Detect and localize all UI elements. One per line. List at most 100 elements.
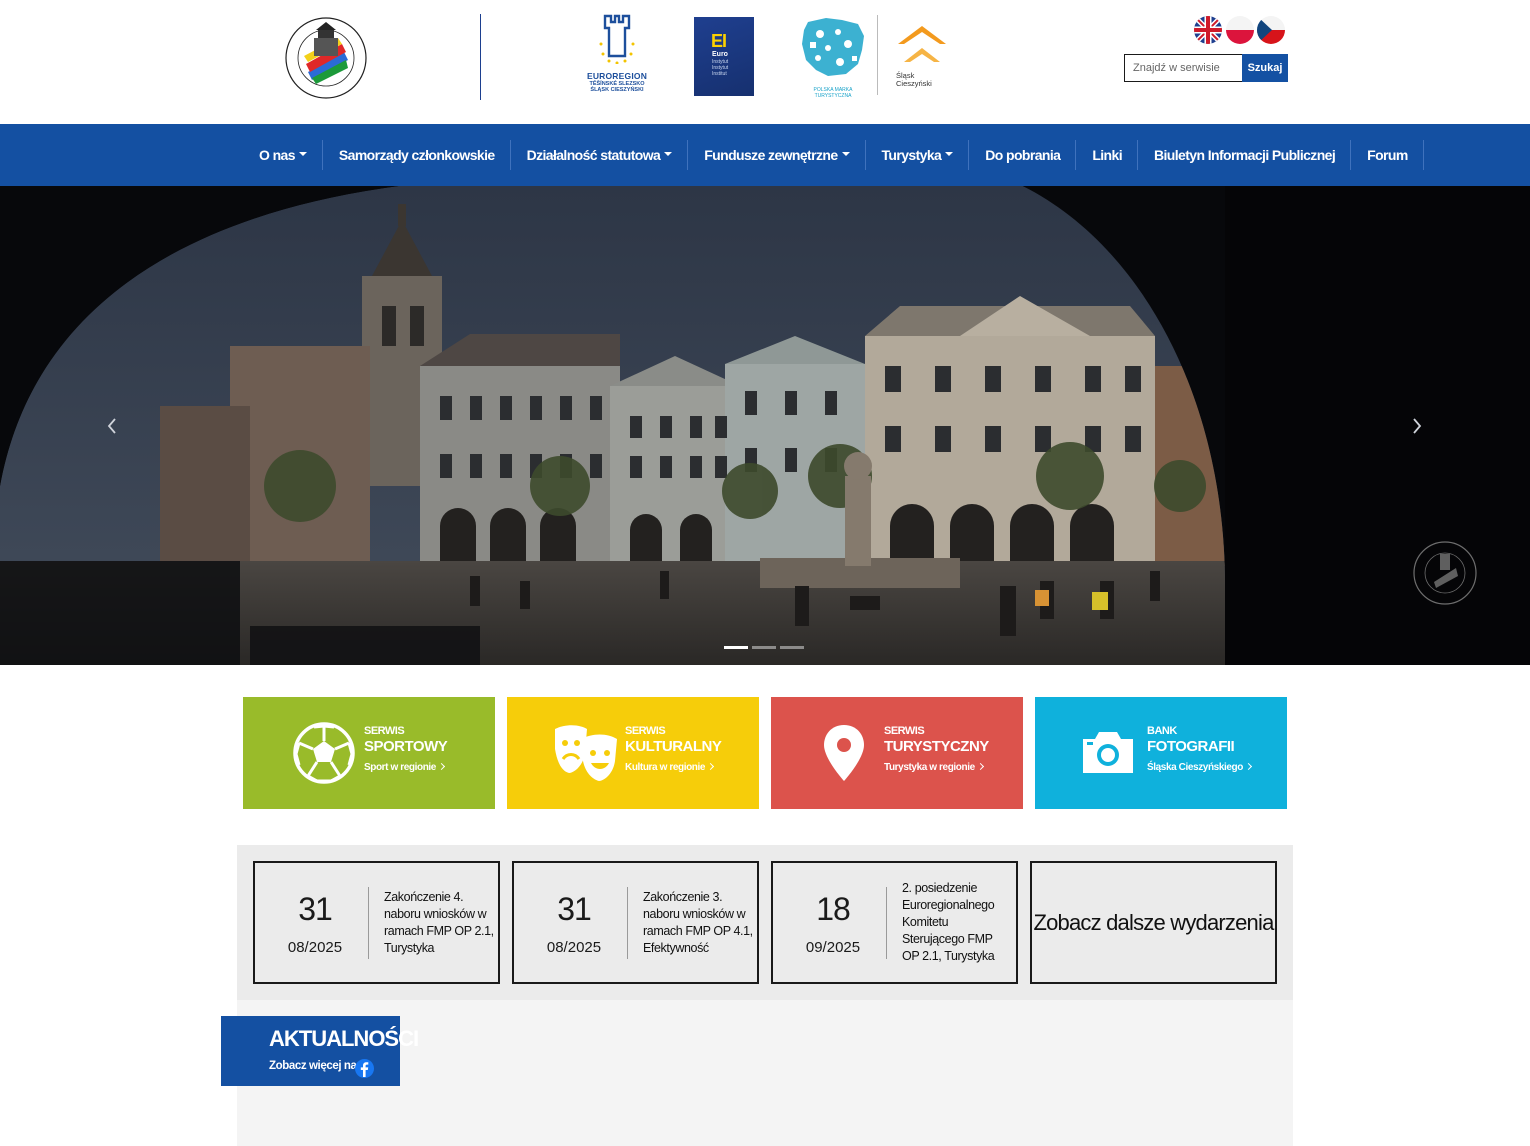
nav-separator: [1422, 140, 1424, 170]
slider-indicator-1[interactable]: [724, 646, 748, 649]
slider-indicator-3[interactable]: [780, 646, 804, 649]
czech-flag-icon: [1257, 16, 1285, 44]
tile-title: SPORTOWY: [364, 738, 448, 755]
nav-item-o-nas[interactable]: O nas: [243, 124, 323, 186]
slask-chevron-icon: [898, 26, 946, 62]
slask-logo[interactable]: Śląsk Cieszyński: [894, 22, 948, 92]
site-header: EUROREGION TĚŠÍNSKÉ SLEZSKO ŚLĄSK CIESZY…: [0, 0, 1530, 124]
language-pl[interactable]: [1226, 16, 1254, 44]
language-cz[interactable]: [1257, 16, 1285, 44]
poland-flag-icon: [1226, 16, 1254, 44]
nav-item-linki[interactable]: Linki: [1076, 124, 1138, 186]
facebook-icon[interactable]: [355, 1059, 374, 1078]
event-card[interactable]: 31 08/2025 Zakończenie 3. naboru wnioskó…: [512, 861, 759, 984]
poland-map-icon: [802, 18, 864, 76]
nav-item-dzialalnosc[interactable]: Działalność statutowa: [511, 124, 689, 186]
caret-down-icon: [298, 152, 307, 156]
event-divider: [368, 887, 369, 959]
tile-title: KULTURALNY: [625, 738, 722, 755]
event-title-text: Zakończenie 4. naboru wniosków w ramach …: [384, 889, 494, 955]
nav-item-forum[interactable]: Forum: [1351, 124, 1424, 186]
ei-word: Euro: [712, 51, 728, 58]
event-divider: [886, 887, 887, 959]
hero-slider: [0, 186, 1530, 665]
chevron-right-icon: [707, 762, 715, 771]
nav-label: Turystyka: [881, 147, 942, 163]
tile-text: BANK FOTOGRAFII Śląska Cieszyńskiego: [1147, 725, 1252, 773]
tile-link-label: Śląska Cieszyńskiego: [1147, 762, 1243, 773]
tile-culture-service[interactable]: SERWIS KULTURALNY Kultura w regionie: [507, 697, 759, 809]
tile-link-label: Turystyka w regionie: [884, 762, 975, 773]
ei-logo[interactable]: EI Euro Instytut Instytut Institut: [694, 17, 754, 96]
event-month: 08/2025: [287, 939, 343, 956]
tile-link-label: Sport w regionie: [364, 762, 436, 773]
ei-mark: EI: [711, 31, 727, 51]
tile-title: FOTOGRAFII: [1147, 738, 1235, 755]
tower-icon: [599, 14, 635, 65]
event-title: Zakończenie 3. naboru wniosków w ramach …: [643, 863, 753, 982]
ei-line: Institut: [712, 71, 727, 77]
slider-prev-button[interactable]: [100, 411, 124, 441]
tile-link-label: Kultura w regionie: [625, 762, 706, 773]
tile-title: TURYSTYCZNY: [884, 738, 989, 755]
tile-kicker: BANK: [1147, 725, 1177, 737]
camera-icon: [1081, 729, 1135, 793]
event-month: 08/2025: [546, 939, 602, 956]
tile-text: SERWIS KULTURALNY Kultura w regionie: [625, 725, 722, 773]
tile-link: Turystyka w regionie: [884, 762, 989, 773]
watermark-seal-icon: [1410, 540, 1480, 606]
logo-separator: [877, 15, 878, 95]
event-title-text: 2. posiedzenie Euroregionalnego Komitetu…: [902, 881, 995, 963]
event-card[interactable]: 18 09/2025 2. posiedzenie Euroregionalne…: [771, 861, 1018, 984]
event-card[interactable]: 31 08/2025 Zakończenie 4. naboru wnioskó…: [253, 861, 500, 984]
search-form: Szukaj: [1124, 54, 1288, 82]
header-divider: [480, 14, 481, 100]
news-header[interactable]: AKTUALNOŚCI Zobacz więcej na: [221, 1016, 419, 1086]
nav-label: Do pobrania: [985, 147, 1061, 163]
news-subtitle: Zobacz więcej na: [269, 1060, 357, 1072]
slider-indicator-2[interactable]: [752, 646, 776, 649]
nav-item-bip[interactable]: Biuletyn Informacji Publicznej: [1138, 124, 1352, 186]
hero-image: [0, 186, 1530, 665]
tile-tourism-service[interactable]: SERWIS TURYSTYCZNY Turystyka w regionie: [771, 697, 1023, 809]
tile-text: SERWIS TURYSTYCZNY Turystyka w regionie: [884, 725, 989, 773]
more-events-button[interactable]: Zobacz dalsze wydarzenia: [1030, 861, 1277, 984]
olza-logo[interactable]: [282, 16, 370, 100]
theater-masks-icon: [551, 723, 617, 787]
search-button[interactable]: Szukaj: [1242, 54, 1288, 82]
pmt-logo[interactable]: POLSKA MARKA TURYSTYCZNA: [796, 14, 870, 99]
tile-kicker: SERWIS: [625, 725, 666, 737]
slask-line: Cieszyński: [896, 79, 932, 88]
slider-next-button[interactable]: [1405, 411, 1429, 441]
euroregion-logo[interactable]: EUROREGION TĚŠÍNSKÉ SLEZSKO ŚLĄSK CIESZY…: [582, 14, 652, 98]
tile-link: Kultura w regionie: [625, 762, 721, 773]
caret-down-icon: [841, 152, 850, 156]
tile-photo-bank[interactable]: BANK FOTOGRAFII Śląska Cieszyńskiego: [1035, 697, 1287, 809]
nav-label: O nas: [259, 147, 296, 163]
news-title: AKTUALNOŚCI: [269, 1026, 419, 1051]
nav-item-samorzady[interactable]: Samorządy członkowskie: [323, 124, 511, 186]
nav-item-fundusze[interactable]: Fundusze zewnętrzne: [688, 124, 866, 186]
tile-text: SERWIS SPORTOWY Sport w regionie: [364, 725, 448, 773]
tile-link: Sport w regionie: [364, 762, 447, 773]
tile-sport-service[interactable]: SERWIS SPORTOWY Sport w regionie: [243, 697, 495, 809]
ei-lines: Instytut Instytut Institut: [712, 59, 728, 77]
tile-link: Śląska Cieszyńskiego: [1147, 762, 1252, 773]
nav-item-turystyka[interactable]: Turystyka: [866, 124, 970, 186]
event-day: 18: [816, 891, 851, 927]
nav-label: Fundusze zewnętrzne: [704, 147, 838, 163]
event-title: 2. posiedzenie Euroregionalnego Komitetu…: [902, 863, 1012, 982]
nav-label: Biuletyn Informacji Publicznej: [1153, 147, 1336, 163]
soccer-ball-icon: [291, 721, 357, 785]
nav-item-do-pobrania[interactable]: Do pobrania: [969, 124, 1077, 186]
tile-kicker: SERWIS: [884, 725, 925, 737]
pmt-label: POLSKA MARKA TURYSTYCZNA: [813, 87, 853, 99]
chevron-right-icon: [1244, 762, 1252, 771]
language-en[interactable]: [1194, 16, 1222, 44]
main-nav: O nas Samorządy członkowskie Działalność…: [0, 124, 1530, 186]
nav-label: Forum: [1367, 147, 1408, 163]
chevron-right-icon: [976, 762, 984, 771]
more-events-label: Zobacz dalsze wydarzenia: [1033, 909, 1274, 935]
search-input[interactable]: [1124, 54, 1243, 82]
chevron-right-icon: [1413, 418, 1422, 434]
